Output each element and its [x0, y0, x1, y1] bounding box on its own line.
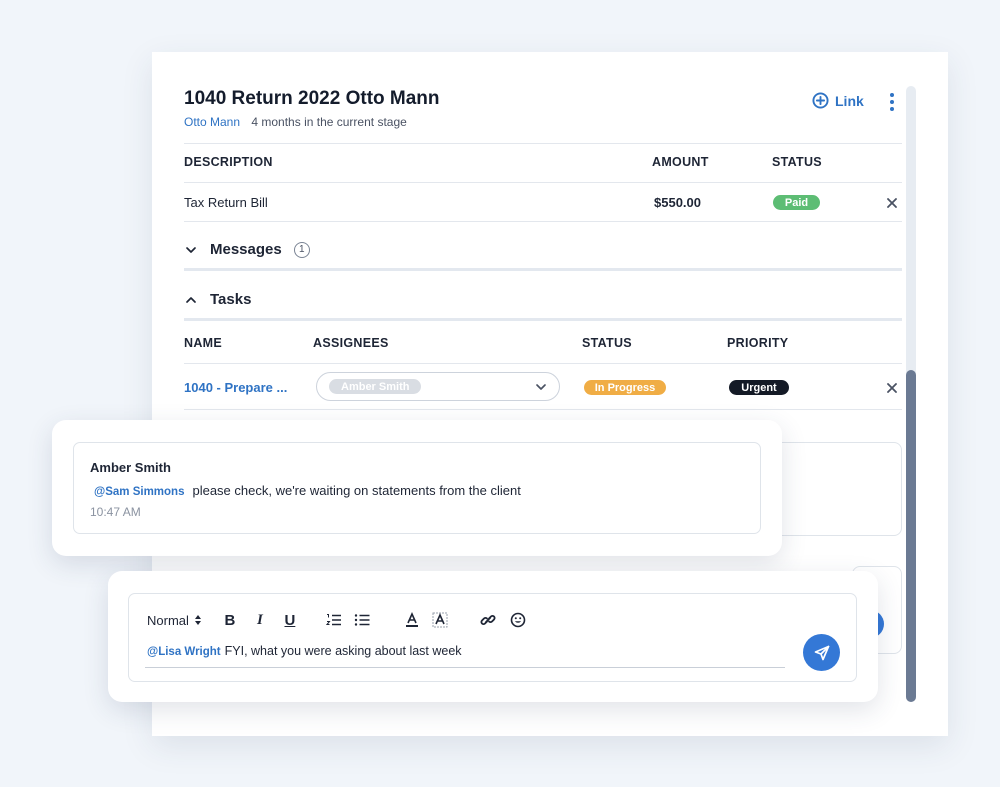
- sort-arrows-icon: [194, 615, 201, 625]
- status-badge-paid: Paid: [773, 195, 820, 210]
- message-text: please check, we're waiting on statement…: [192, 483, 521, 498]
- message-composer: Normal B I U @Lisa Wright FYI, what you …: [108, 571, 878, 702]
- divider: [184, 363, 902, 364]
- tasks-label: Tasks: [210, 291, 252, 308]
- composer-input[interactable]: @Lisa Wright FYI, what you were asking ab…: [147, 644, 462, 658]
- column-header-task-status: STATUS: [582, 336, 632, 350]
- chevron-down-icon: [186, 246, 196, 253]
- section-divider: [184, 268, 902, 271]
- mention-tag[interactable]: @Sam Simmons: [94, 486, 184, 498]
- column-header-status: STATUS: [772, 155, 822, 169]
- messages-label: Messages: [210, 241, 282, 258]
- formatting-toolbar: Normal B I U: [147, 610, 526, 630]
- text-size-select[interactable]: Normal: [147, 610, 202, 630]
- ordered-list-button[interactable]: [325, 610, 342, 630]
- message-body: @Sam Simmons please check, we're waiting …: [94, 483, 521, 498]
- bold-button[interactable]: B: [222, 610, 238, 630]
- message-author: Amber Smith: [90, 460, 171, 475]
- divider: [184, 182, 902, 183]
- emoji-button[interactable]: [510, 610, 526, 630]
- chevron-down-icon: [536, 384, 546, 390]
- bill-description: Tax Return Bill: [184, 195, 268, 210]
- status-badge-in-progress: In Progress: [584, 380, 666, 395]
- link-button-label: Link: [835, 92, 864, 109]
- divider: [184, 409, 902, 410]
- highlight-button[interactable]: [432, 610, 448, 630]
- close-icon[interactable]: [885, 196, 899, 210]
- column-header-description: DESCRIPTION: [184, 155, 273, 169]
- mention-tag[interactable]: @Lisa Wright: [147, 646, 221, 658]
- close-icon[interactable]: [885, 381, 899, 395]
- column-header-priority: PRIORITY: [727, 336, 789, 350]
- emoji-icon: [510, 612, 526, 628]
- insert-link-button[interactable]: [480, 610, 496, 630]
- bill-amount: $550.00: [654, 195, 701, 210]
- task-name-link[interactable]: 1040 - Prepare ...: [184, 380, 287, 395]
- message-timestamp: 10:47 AM: [90, 505, 141, 519]
- bullet-list-button[interactable]: [354, 610, 370, 630]
- divider: [184, 143, 902, 144]
- composer-text: FYI, what you were asking about last wee…: [224, 644, 462, 658]
- column-header-assignees: ASSIGNEES: [313, 336, 389, 350]
- column-header-name: NAME: [184, 336, 223, 350]
- link-button[interactable]: Link: [812, 92, 864, 109]
- link-icon: [480, 615, 496, 625]
- tasks-section-toggle[interactable]: Tasks: [184, 291, 251, 308]
- messages-count-badge: 1: [293, 241, 310, 258]
- send-button[interactable]: [803, 634, 840, 671]
- messages-section-toggle[interactable]: Messages 1: [184, 241, 310, 258]
- assignee-chip: Amber Smith: [329, 379, 422, 394]
- send-icon: [814, 645, 829, 660]
- stage-duration: 4 months in the current stage: [251, 115, 407, 129]
- page-title: 1040 Return 2022 Otto Mann: [184, 88, 440, 109]
- italic-button[interactable]: I: [252, 610, 268, 630]
- text-size-label: Normal: [147, 612, 189, 628]
- font-color-button[interactable]: [404, 610, 420, 630]
- more-options-icon[interactable]: [886, 92, 898, 112]
- client-link[interactable]: Otto Mann: [184, 115, 240, 129]
- message-popup: Amber Smith @Sam Simmons please check, we…: [52, 420, 782, 556]
- subtitle: Otto Mann 4 months in the current stage: [184, 115, 407, 129]
- ordered-list-icon: [325, 614, 341, 626]
- underline-button[interactable]: U: [282, 610, 298, 630]
- divider: [184, 221, 902, 222]
- highlight-icon: [432, 612, 448, 628]
- assignee-select[interactable]: Amber Smith: [316, 372, 560, 401]
- column-header-amount: AMOUNT: [652, 155, 709, 169]
- scrollbar-thumb[interactable]: [906, 370, 916, 702]
- priority-badge-urgent: Urgent: [729, 380, 789, 395]
- chevron-up-icon: [186, 296, 196, 303]
- section-divider: [184, 318, 902, 321]
- composer-underline: [145, 667, 785, 668]
- message-bubble: Amber Smith @Sam Simmons please check, we…: [73, 442, 761, 534]
- plus-circle-icon: [812, 92, 829, 109]
- bullet-list-icon: [354, 614, 370, 626]
- font-color-icon: [405, 612, 418, 627]
- composer-editor[interactable]: Normal B I U @Lisa Wright FYI, what you …: [128, 593, 857, 682]
